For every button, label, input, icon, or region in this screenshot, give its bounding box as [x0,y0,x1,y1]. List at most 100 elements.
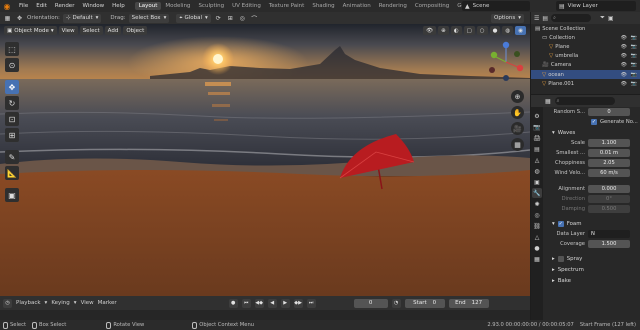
timeline-view-menu[interactable]: View [81,300,94,306]
play-icon[interactable]: ▶ [280,298,290,308]
tab-compositing[interactable]: Compositing [411,2,453,10]
xray-icon[interactable]: ▢ [463,26,475,35]
snap-icon[interactable]: ⟳ [214,14,223,23]
checkbox-icon[interactable] [557,255,564,262]
view-layer-selector[interactable]: ▤ View Layer [556,1,636,11]
tool-tab-icon[interactable]: ⚙ [532,111,542,121]
menu-file[interactable]: File [15,3,32,9]
prev-key-icon[interactable]: ◀◆ [254,298,264,308]
waves-section[interactable]: ▾ Waves [544,127,640,138]
transform-icon[interactable]: ✥ [15,14,24,23]
new-collection-icon[interactable]: ▣ [608,15,614,22]
checkmark-icon[interactable]: ✓ [591,119,597,125]
filter-icon[interactable]: ⏷ [600,14,605,22]
overlay-icon[interactable]: ◐ [450,26,462,35]
options-dropdown[interactable]: Options ▾ [491,13,524,23]
menu-select[interactable]: Select [79,26,103,35]
tab-texture-paint[interactable]: Texture Paint [265,2,309,10]
timeline-marker-menu[interactable]: Marker [98,300,117,306]
drag-dropdown[interactable]: Select Box ▾ [128,13,170,23]
outliner-editor-icon[interactable]: ☰ [534,15,539,22]
transform-icon[interactable]: ⊞ [5,128,19,142]
visibility-eye-icon[interactable]: 👁 [621,53,627,59]
zoom-icon[interactable]: ⊕ [511,90,524,103]
start-frame-field[interactable]: Start 0 [404,298,445,308]
gizmo-icon[interactable]: ⊕ [438,26,449,35]
move-icon[interactable]: ✥ [5,80,19,94]
outliner-row[interactable]: ▭ Collection 👁 📷 [531,33,640,42]
visibility-eye-icon[interactable]: 👁 [621,81,627,87]
menu-view[interactable]: View [58,26,78,35]
tab-rendering[interactable]: Rendering [375,2,411,10]
record-icon[interactable]: ● [228,298,238,308]
render-camera-icon[interactable]: 📷 [631,72,637,78]
modifier-tab-icon[interactable]: 🔧 [532,188,542,198]
measure-icon[interactable]: 📐 [5,166,19,180]
annotate-icon[interactable]: ✎ [5,150,19,164]
damping-field[interactable]: 0.500 [588,205,630,213]
object-tab-icon[interactable]: ▣ [532,177,542,187]
outliner-row[interactable]: ▽ Plane 👁 📷 [531,42,640,51]
properties-editor-icon[interactable]: ▦ [545,98,551,105]
falloff-icon[interactable]: ⌒ [250,14,259,23]
visibility-eye-icon[interactable]: 👁 [621,44,627,50]
material-tab-icon[interactable]: ● [532,243,542,253]
pivot-dropdown[interactable]: ⌖ Global ▾ [176,13,211,23]
scale-icon[interactable]: ⊡ [5,112,19,126]
timeline-editor-icon[interactable]: ◷ [3,298,12,308]
output-tab-icon[interactable]: 🖨 [532,133,542,143]
proportional-edit-icon[interactable]: ◎ [238,14,247,23]
end-frame-field[interactable]: End 127 [448,298,489,308]
wireframe-shading-icon[interactable]: ○ [476,26,488,35]
timeline-keying-menu[interactable]: Keying [51,300,69,306]
menu-window[interactable]: Window [78,3,108,9]
3d-viewport[interactable]: ▣ Object Mode ▾ View Select Add Object 👁… [0,24,530,296]
visibility-eye-icon[interactable]: 👁 [621,72,627,78]
play-reverse-icon[interactable]: ◀ [267,298,277,308]
visibility-eye-icon[interactable]: 👁 [621,35,627,41]
spectrum-section[interactable]: ▸ Spectrum [544,264,640,275]
cursor-icon[interactable]: ⊙ [5,58,19,72]
outliner-row[interactable]: ▽ umbrella 👁 📷 [531,52,640,61]
camera-view-icon[interactable]: 🎥 [511,122,524,135]
data-tab-icon[interactable]: △ [532,232,542,242]
render-camera-icon[interactable]: 📷 [631,44,637,50]
scene-selector[interactable]: ▲ Scene [462,1,530,11]
editor-type-icon[interactable]: ▦ [3,14,12,23]
view-layer-tab-icon[interactable]: ▤ [532,144,542,154]
render-tab-icon[interactable]: 📷 [532,122,542,132]
tab-modeling[interactable]: Modeling [161,2,194,10]
world-tab-icon[interactable]: ◍ [532,166,542,176]
menu-object[interactable]: Object [123,26,148,35]
bake-section[interactable]: ▸ Bake [544,275,640,286]
navigation-gizmo[interactable] [486,40,526,84]
spray-section[interactable]: ▸ Spray [544,253,640,264]
render-camera-icon[interactable]: 📷 [631,62,637,68]
outliner-row[interactable]: ▽ Plane.001 👁 📷 [531,79,640,88]
clock-icon[interactable]: ◔ [391,298,401,308]
smallest-wave-field[interactable]: 0.01 m [588,149,630,157]
direction-field[interactable]: 0° [588,195,630,203]
texture-tab-icon[interactable]: ▦ [532,254,542,264]
scale-field[interactable]: 1.100 [588,139,630,147]
constraints-tab-icon[interactable]: ⛓ [532,221,542,231]
timeline-scrub-area[interactable] [0,310,530,320]
menu-add[interactable]: Add [104,26,122,35]
coverage-field[interactable]: 1.500 [588,240,630,248]
generate-normals-row[interactable]: ✓ Generate No... [544,117,640,127]
tab-shading[interactable]: Shading [308,2,338,10]
alignment-field[interactable]: 0.000 [588,185,630,193]
render-camera-icon[interactable]: 📷 [631,81,637,87]
tab-sculpting[interactable]: Sculpting [194,2,228,10]
particles-tab-icon[interactable]: ✺ [532,199,542,209]
material-shading-icon[interactable]: ◍ [502,26,514,35]
render-camera-icon[interactable]: 📷 [631,53,637,59]
choppiness-field[interactable]: 2.05 [588,159,630,167]
scene-tab-icon[interactable]: ◬ [532,155,542,165]
blender-logo-icon[interactable]: ◉ [2,1,12,11]
next-key-icon[interactable]: ◆▶ [293,298,303,308]
select-box-icon[interactable]: ⬚ [5,42,19,56]
outliner-row[interactable]: 🎥 Camera 👁 📷 [531,61,640,70]
visibility-eye-icon[interactable]: 👁 [621,62,627,68]
grid-icon[interactable]: ▦ [511,138,524,151]
